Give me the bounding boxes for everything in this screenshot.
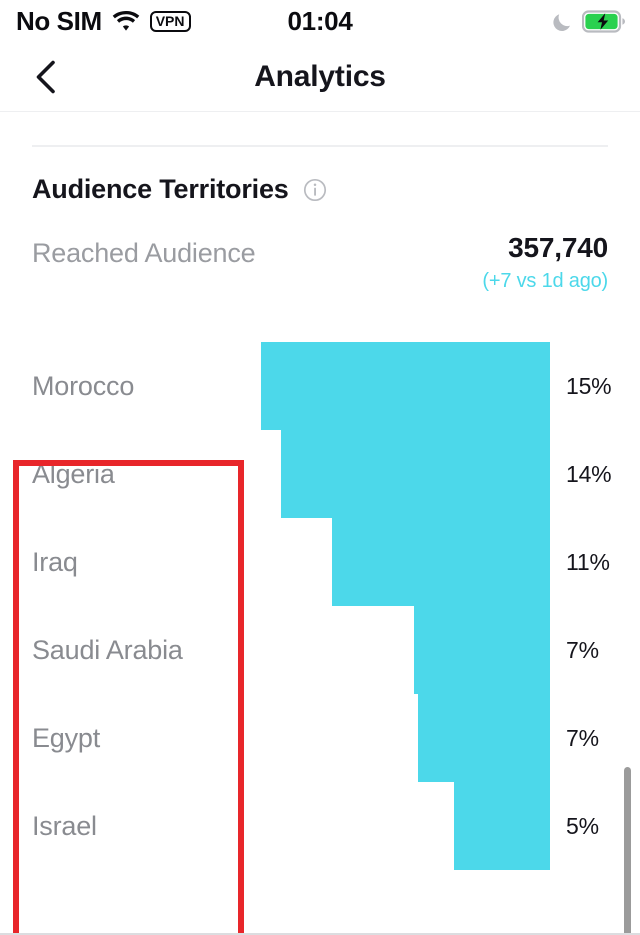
percent-label: 14% [566, 460, 612, 487]
country-label: Saudi Arabia [32, 634, 183, 665]
reached-audience-values: 357,740 (+7 vs 1d ago) [482, 232, 608, 293]
moon-icon [553, 10, 573, 32]
country-label: Algeria [32, 458, 115, 489]
page-title: Analytics [254, 60, 386, 93]
percent-label: 15% [566, 372, 612, 399]
chart-row: Iraq 11% [0, 518, 640, 606]
chart-row: Morocco 15% [0, 342, 640, 430]
chart-row: Saudi Arabia 7% [0, 606, 640, 694]
territories-bar-chart: Morocco 15% Algeria 14% Iraq 11% Saudi Arabia 7… [0, 342, 640, 902]
bar-track [260, 518, 550, 606]
bar [281, 430, 550, 518]
bar [332, 518, 550, 606]
reached-audience-label: Reached Audience [32, 238, 256, 268]
bar-track [260, 430, 550, 518]
reached-audience-delta: (+7 vs 1d ago) [482, 270, 608, 292]
info-circle-icon[interactable] [303, 178, 327, 202]
bar [454, 782, 550, 870]
section-header: Audience Territories [32, 174, 327, 205]
country-label: Egypt [32, 722, 101, 753]
reached-audience-value: 357,740 [508, 232, 608, 263]
percent-label: 7% [566, 636, 599, 663]
bar [418, 694, 550, 782]
country-label: Israel [32, 810, 97, 841]
country-label: Morocco [32, 370, 135, 401]
chart-row: Algeria 14% [0, 430, 640, 518]
status-bar: No SIM VPN 01:04 [0, 0, 640, 42]
reached-audience-row: Reached Audience 357,740 (+7 vs 1d ago) [32, 232, 608, 292]
percent-label: 5% [566, 812, 599, 839]
nav-bar: Analytics [0, 42, 640, 112]
bar-track [260, 782, 550, 870]
percent-label: 7% [566, 724, 599, 751]
content-divider [32, 145, 608, 147]
analytics-content: Audience Territories Reached Audience 35… [0, 112, 640, 935]
percent-label: 11% [566, 548, 610, 575]
clock-label: 01:04 [287, 5, 353, 36]
bar-track [260, 606, 550, 694]
bar [261, 342, 550, 430]
country-label: Iraq [32, 546, 78, 577]
vertical-scrollbar[interactable] [624, 767, 631, 935]
section-title: Audience Territories [32, 174, 289, 204]
bar [414, 606, 550, 694]
battery-charging-icon [582, 9, 626, 33]
phone-screen: No SIM VPN 01:04 Analytics Audience Terr… [0, 0, 640, 935]
chart-row: Egypt 7% [0, 694, 640, 782]
bar-track [260, 694, 550, 782]
chart-row: Israel 5% [0, 782, 640, 870]
bar-track [260, 342, 550, 430]
status-bar-right [553, 0, 626, 42]
